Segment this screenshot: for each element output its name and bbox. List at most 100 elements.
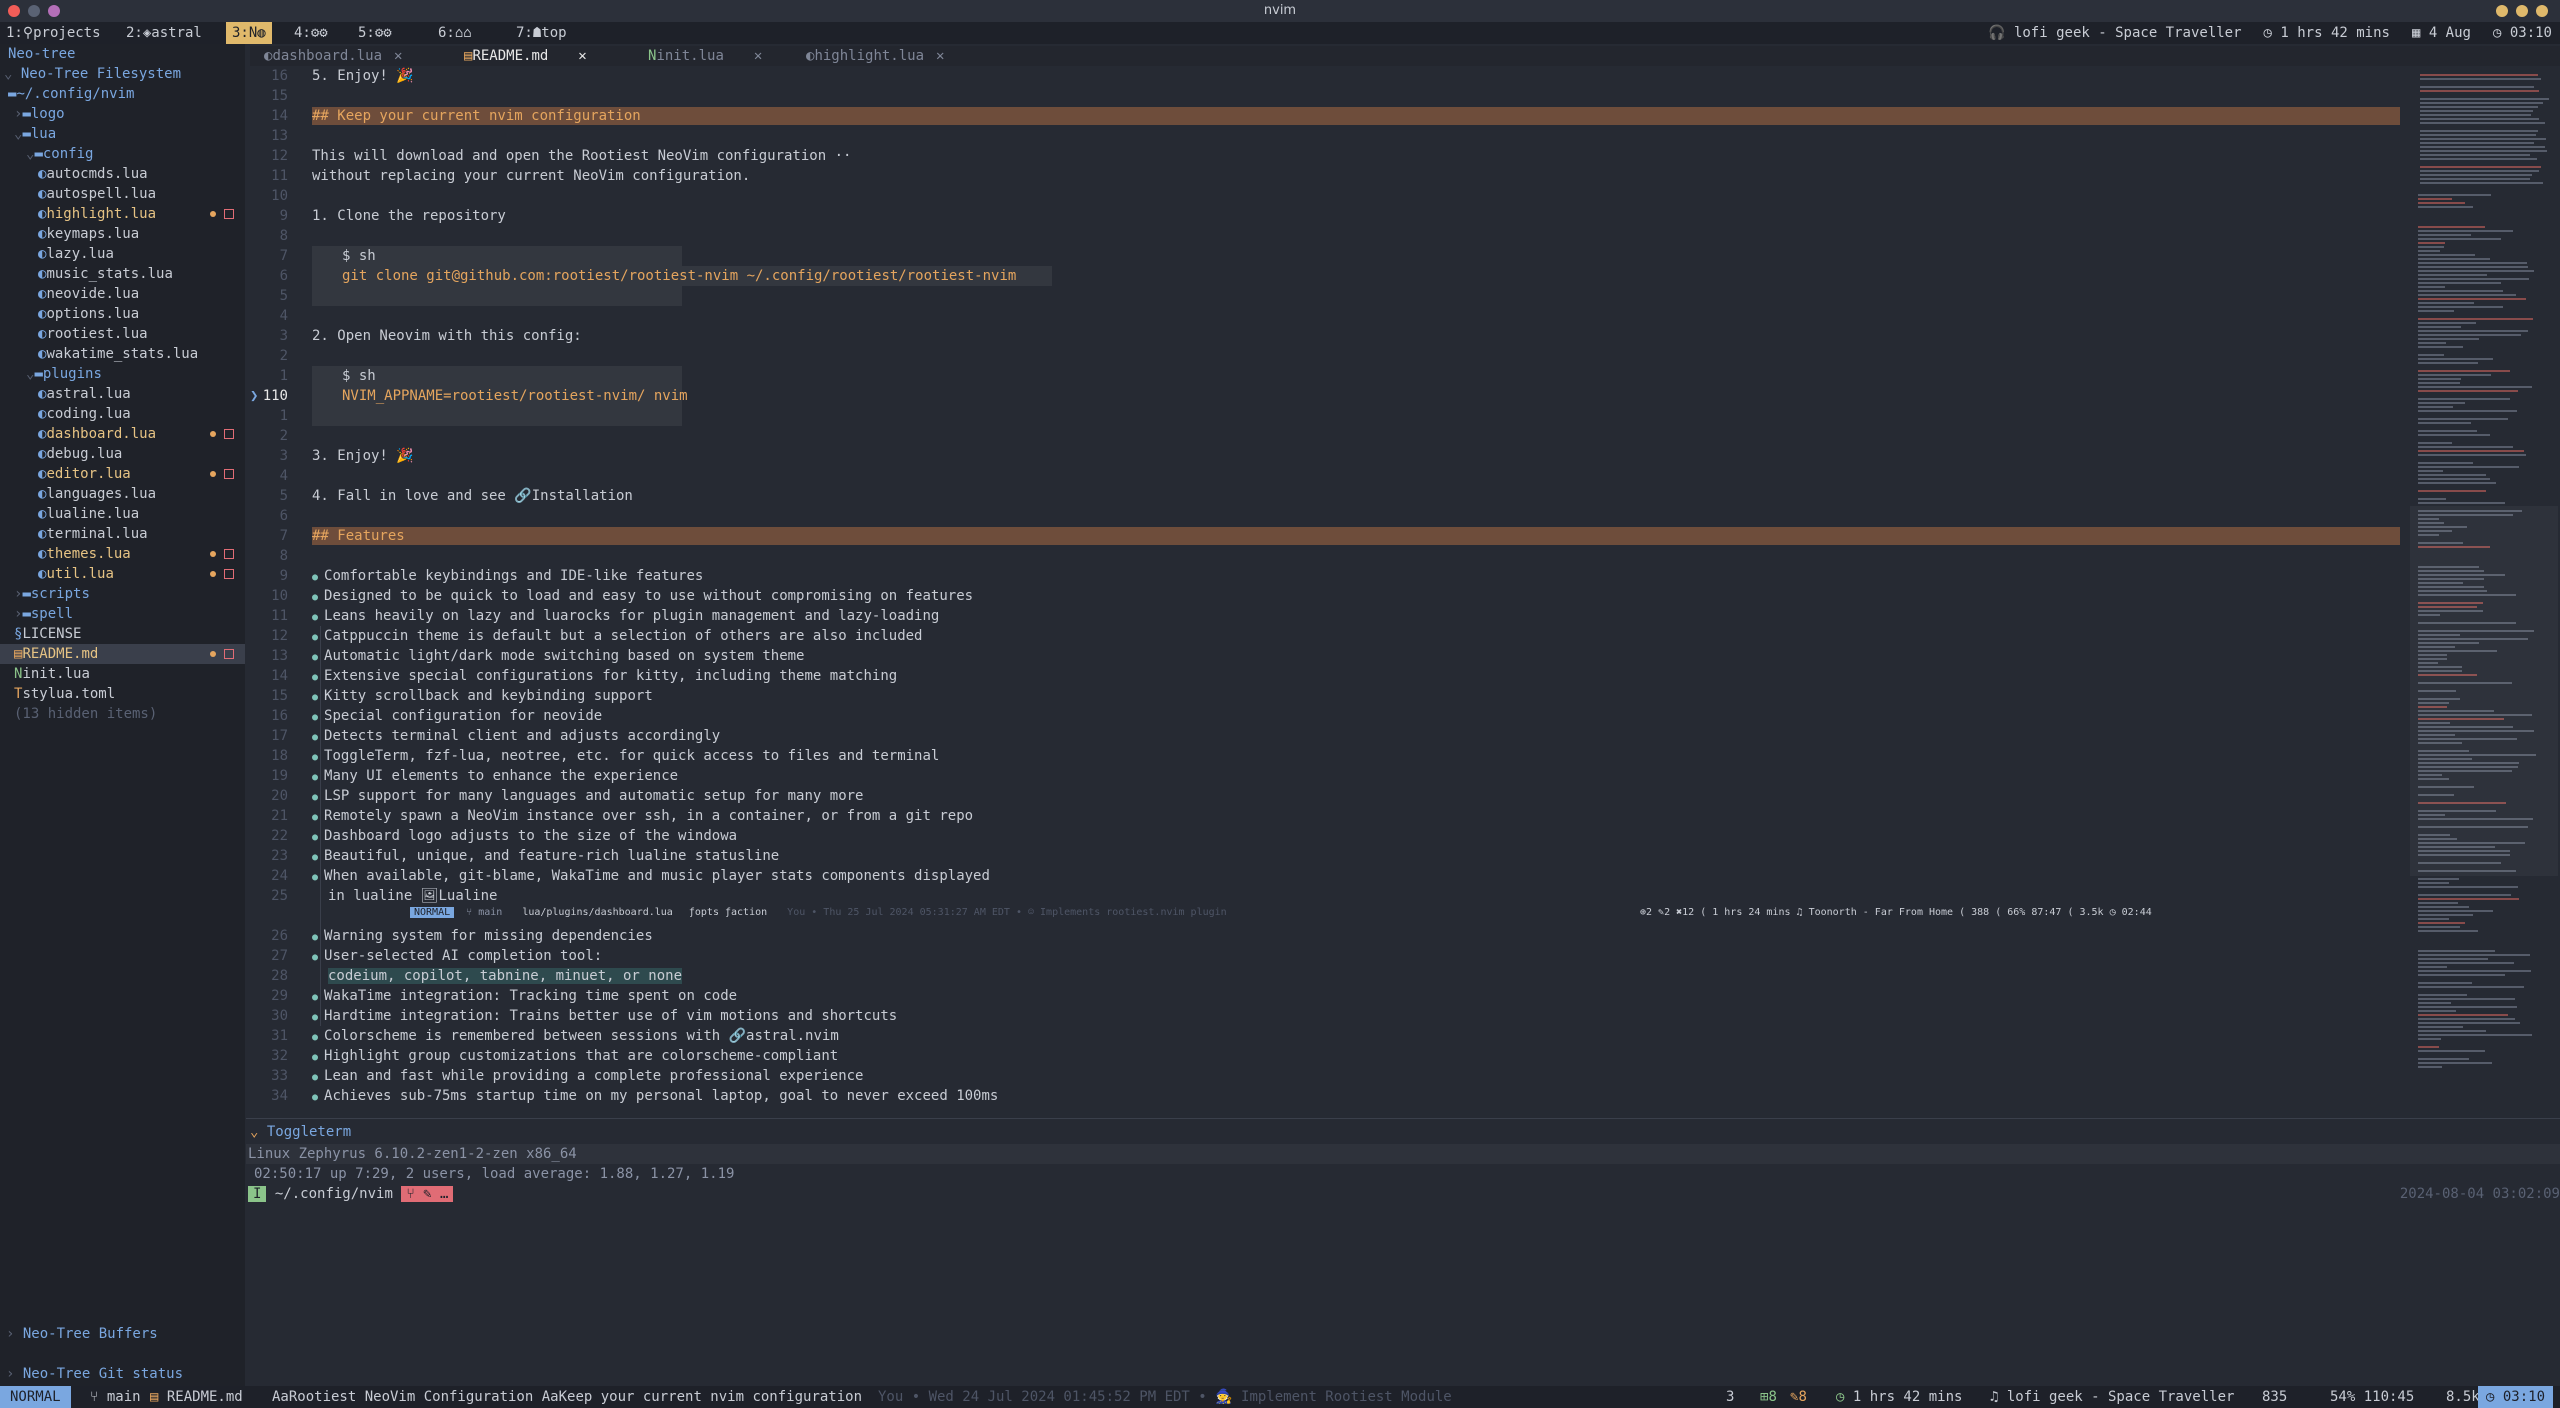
editor-pane[interactable]: 16 5. Enjoy! 🎉 15 14 ## Keep your current nv… <box>250 66 2400 1116</box>
text-line[interactable]: 1. Clone the repository <box>312 206 506 226</box>
text-line[interactable]: without replacing your current NeoVim co… <box>312 166 750 186</box>
tree-file[interactable]: ◐highlight.lua <box>38 204 156 224</box>
tree-file[interactable]: ◐neovide.lua <box>38 284 139 304</box>
tree-file[interactable]: ◐wakatime_stats.lua <box>38 344 198 364</box>
text-line[interactable]: ● Kitty scrollback and keybinding suppor… <box>312 686 653 706</box>
minimize-window-button[interactable] <box>28 5 40 17</box>
tree-file[interactable]: ◐autospell.lua <box>38 184 156 204</box>
tree-folder[interactable]: ›▬logo <box>14 104 65 124</box>
close-icon[interactable]: ✕ <box>754 48 762 64</box>
neotree-root[interactable]: ▬~/.config/nvim <box>8 84 134 104</box>
text-line[interactable]: ● Warning system for missing dependencie… <box>312 926 653 946</box>
tree-file[interactable]: ◐options.lua <box>38 304 139 324</box>
text-line[interactable]: ● ToggleTerm, fzf-lua, neotree, etc. for… <box>312 746 939 766</box>
text-line[interactable]: ● Many UI elements to enhance the experi… <box>312 766 678 786</box>
text-line[interactable]: This will download and open the Rootiest… <box>312 146 851 166</box>
tree-file[interactable]: §LICENSE <box>14 624 81 644</box>
code-line[interactable]: $ sh <box>342 246 376 266</box>
text-line[interactable]: ● When available, git-blame, WakaTime an… <box>312 866 990 886</box>
tree-file[interactable]: ◐lazy.lua <box>38 244 114 264</box>
tree-folder[interactable]: ⌄▬lua <box>14 124 56 144</box>
tree-file[interactable]: ◐autocmds.lua <box>38 164 148 184</box>
text-line[interactable]: ● Extensive special configurations for k… <box>312 666 897 686</box>
tree-file[interactable]: ◐coding.lua <box>38 404 131 424</box>
text-line[interactable]: ● Dashboard logo adjusts to the size of … <box>312 826 737 846</box>
tree-file[interactable]: ◐terminal.lua <box>38 524 148 544</box>
tree-file[interactable]: ◐dashboard.lua <box>38 424 156 444</box>
text-line[interactable]: in lualine 🖼Lualine <box>328 886 498 906</box>
text-line[interactable]: ● User-selected AI completion tool: <box>312 946 602 966</box>
time-widget[interactable]: ◷ 03:10 <box>2493 22 2552 44</box>
tree-file[interactable]: ◐lualine.lua <box>38 504 139 524</box>
text-line[interactable]: ● Colorscheme is remembered between sess… <box>312 1026 839 1046</box>
tab-dashboard[interactable]: ◐dashboard.lua ✕ <box>264 46 402 66</box>
neotree-buffers-section[interactable]: › Neo-Tree Buffers <box>6 1324 158 1344</box>
text-line[interactable]: ● WakaTime integration: Tracking time sp… <box>312 986 737 1006</box>
close-icon[interactable]: ✕ <box>936 48 944 64</box>
toggleterm-title[interactable]: ⌄ Toggleterm <box>250 1124 351 1140</box>
window-control-yellow-2[interactable] <box>2516 5 2528 17</box>
workspace-4[interactable]: 4:⚙⚙ <box>288 22 334 44</box>
tree-folder[interactable]: ⌄▬plugins <box>26 364 102 384</box>
text-line[interactable]: ● Hardtime integration: Trains better us… <box>312 1006 897 1026</box>
zoom-window-button[interactable] <box>48 5 60 17</box>
close-icon[interactable]: ✕ <box>578 48 586 64</box>
tree-folder[interactable]: ›▬scripts <box>14 584 90 604</box>
music-widget[interactable]: 🎧 lofi geek - Space Traveller <box>1988 22 2241 44</box>
tree-file[interactable]: ▤README.md <box>0 644 245 664</box>
text-line[interactable]: codeium, copilot, tabnine, minuet, or no… <box>328 966 683 986</box>
tab-readme[interactable]: ▤README.md ✕ <box>464 46 587 66</box>
tree-file[interactable]: ◐rootiest.lua <box>38 324 148 344</box>
markdown-heading[interactable]: ## Keep your current nvim configuration <box>312 106 641 126</box>
tree-file[interactable]: ◐debug.lua <box>38 444 122 464</box>
text-line[interactable]: 3. Enjoy! 🎉 <box>312 446 414 466</box>
music-status[interactable]: ♫ lofi geek - Space Traveller <box>1990 1386 2234 1408</box>
window-control-yellow[interactable] <box>2496 5 2508 17</box>
wakatime[interactable]: ◷ 1 hrs 42 mins <box>1836 1386 1962 1408</box>
code-line[interactable]: NVIM_APPNAME=rootiest/rootiest-nvim/ nvi… <box>342 386 688 406</box>
tree-file[interactable]: ◐keymaps.lua <box>38 224 139 244</box>
text-line[interactable]: ● Lean and fast while providing a comple… <box>312 1066 863 1086</box>
workspace-6[interactable]: 6:⌂⌂ <box>432 22 478 44</box>
tree-file[interactable]: ◐themes.lua <box>38 544 131 564</box>
minimap-viewport[interactable] <box>2410 506 2558 876</box>
text-line[interactable]: ● Highlight group customizations that ar… <box>312 1046 838 1066</box>
tree-folder[interactable]: ⌄▬config <box>26 144 93 164</box>
text-line[interactable]: ● Special configuration for neovide <box>312 706 602 726</box>
workspace-3[interactable]: 3:N◍ <box>226 22 272 44</box>
neotree-git-section[interactable]: › Neo-Tree Git status <box>6 1364 183 1384</box>
close-window-button[interactable] <box>8 5 20 17</box>
terminal-prompt[interactable]: I ~/.config/nvim ⑂ ✎ … <box>248 1184 454 1204</box>
text-line[interactable]: ● LSP support for many languages and aut… <box>312 786 863 806</box>
neotree-title[interactable]: ⌄ Neo-Tree Filesystem <box>4 64 181 84</box>
text-line[interactable]: ● Automatic light/dark mode switching ba… <box>312 646 804 666</box>
tree-file[interactable]: ◐music_stats.lua <box>38 264 173 284</box>
tree-file[interactable]: Tstylua.toml <box>14 684 115 704</box>
text-line[interactable]: ● Comfortable keybindings and IDE-like f… <box>312 566 703 586</box>
git-branch[interactable]: ⑂ main <box>90 1386 141 1408</box>
tree-folder[interactable]: ›▬spell <box>14 604 73 624</box>
workspace-5[interactable]: 5:⚙⚙ <box>352 22 398 44</box>
workspace-1[interactable]: 1:⚲projects <box>0 22 107 44</box>
timer-widget[interactable]: ◷ 1 hrs 42 mins <box>2264 22 2390 44</box>
tree-file[interactable]: Ninit.lua <box>14 664 90 684</box>
close-icon[interactable]: ✕ <box>394 48 402 64</box>
text-line[interactable]: ● Achieves sub-75ms startup time on my p… <box>312 1086 998 1106</box>
text-line[interactable]: ● Beautiful, unique, and feature-rich lu… <box>312 846 779 866</box>
minimap[interactable] <box>2410 66 2558 1106</box>
tab-init[interactable]: Ninit.lua ✕ <box>648 46 762 66</box>
code-line[interactable]: $ sh <box>342 366 376 386</box>
text-line[interactable]: ● Remotely spawn a NeoVim instance over … <box>312 806 973 826</box>
workspace-2[interactable]: 2:◈astral <box>120 22 208 44</box>
tree-file[interactable]: ◐util.lua <box>38 564 114 584</box>
tree-file[interactable]: ◐languages.lua <box>38 484 156 504</box>
markdown-heading[interactable]: ## Features <box>312 526 405 546</box>
tab-highlight[interactable]: ◐highlight.lua ✕ <box>806 46 944 66</box>
text-line[interactable]: ● Designed to be quick to load and easy … <box>312 586 973 606</box>
text-line[interactable]: 5. Enjoy! 🎉 <box>312 66 414 86</box>
tree-file[interactable]: ◐astral.lua <box>38 384 131 404</box>
text-line[interactable]: ● Leans heavily on lazy and luarocks for… <box>312 606 939 626</box>
date-widget[interactable]: ▦ 4 Aug <box>2412 22 2471 44</box>
window-control-yellow-3[interactable] <box>2536 5 2548 17</box>
text-line[interactable]: ● Detects terminal client and adjusts ac… <box>312 726 720 746</box>
